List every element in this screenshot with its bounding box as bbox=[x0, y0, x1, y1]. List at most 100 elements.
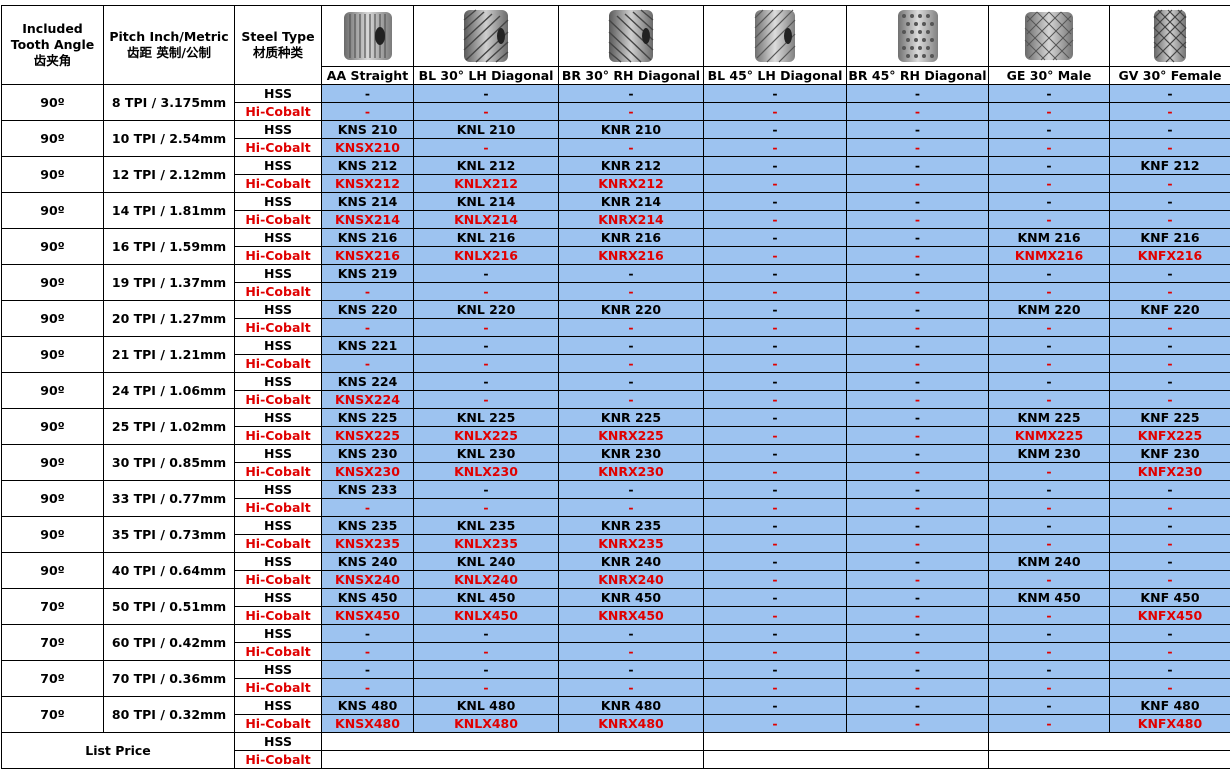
part-number-hss-female: KNF 230 bbox=[1109, 444, 1230, 463]
part-number-hi-cobalt-straight: KNSX225 bbox=[321, 426, 414, 445]
part-number-hss-straight: KNS 230 bbox=[321, 444, 414, 463]
part-number-hss-female: - bbox=[1109, 372, 1230, 391]
part-number-hi-cobalt-rh-45: - bbox=[846, 246, 989, 265]
part-number-hss-male: - bbox=[988, 156, 1110, 175]
part-number-hss-lh-30: KNL 225 bbox=[413, 408, 559, 427]
part-number-hi-cobalt-female: KNFX216 bbox=[1109, 246, 1230, 265]
part-number-hi-cobalt-male: KNMX225 bbox=[988, 426, 1110, 445]
part-number-hss-lh-30: KNL 214 bbox=[413, 192, 559, 211]
table-row-hss: 70º 60 TPI / 0.42mm HSS - - - - - - - bbox=[1, 624, 1230, 661]
steel-type-hss: HSS bbox=[234, 372, 322, 391]
tooth-angle-cell: 70º bbox=[1, 588, 104, 625]
pitch-cell: 14 TPI / 1.81mm bbox=[103, 192, 235, 229]
steel-type-hss: HSS bbox=[234, 696, 322, 715]
part-number-hi-cobalt-rh-30: - bbox=[558, 678, 704, 697]
rh-30-knurl-image-cell bbox=[558, 5, 704, 67]
pitch-cell: 12 TPI / 2.12mm bbox=[103, 156, 235, 193]
part-number-hi-cobalt-rh-30: KNRX480 bbox=[558, 714, 704, 733]
steel-type-hss: HSS bbox=[234, 552, 322, 571]
part-number-hss-rh-45: - bbox=[846, 192, 989, 211]
part-number-hi-cobalt-rh-45: - bbox=[846, 714, 989, 733]
part-number-hi-cobalt-rh-30: KNRX240 bbox=[558, 570, 704, 589]
part-number-hss-male: KNM 230 bbox=[988, 444, 1110, 463]
steel-column-header: Steel Type 材质种类 bbox=[234, 5, 322, 85]
part-number-hss-rh-30: - bbox=[558, 84, 704, 103]
part-number-hi-cobalt-rh-45: - bbox=[846, 390, 989, 409]
part-number-hi-cobalt-lh-30: - bbox=[413, 318, 559, 337]
steel-type-hi-cobalt: Hi-Cobalt bbox=[234, 354, 322, 373]
part-number-hi-cobalt-rh-30: KNRX216 bbox=[558, 246, 704, 265]
tooth-angle-cell: 90º bbox=[1, 336, 104, 373]
tooth-angle-cell: 70º bbox=[1, 624, 104, 661]
tooth-angle-cell: 90º bbox=[1, 516, 104, 553]
part-number-hi-cobalt-female: - bbox=[1109, 282, 1230, 301]
part-number-hi-cobalt-lh-45: - bbox=[703, 570, 847, 589]
part-number-hss-lh-45: - bbox=[703, 624, 847, 643]
part-number-hi-cobalt-straight: KNSX212 bbox=[321, 174, 414, 193]
part-number-hss-lh-30: KNL 210 bbox=[413, 120, 559, 139]
part-number-hss-rh-30: KNR 240 bbox=[558, 552, 704, 571]
part-number-hss-straight: KNS 224 bbox=[321, 372, 414, 391]
rh-45-knurl-wheel-icon bbox=[897, 10, 938, 62]
part-number-hi-cobalt-lh-45: - bbox=[703, 282, 847, 301]
part-number-hss-male: KNM 220 bbox=[988, 300, 1110, 319]
steel-type-hi-cobalt: Hi-Cobalt bbox=[234, 570, 322, 589]
table-row-hss: 90º 19 TPI / 1.37mm HSS KNS 219- - - - - - bbox=[1, 264, 1230, 301]
tooth-angle-cell: 90º bbox=[1, 228, 104, 265]
table-row-hss: 90º 12 TPI / 2.12mm HSS KNS 212 KNL 212 KNR 2… bbox=[1, 156, 1230, 193]
part-number-hss-straight: KNS 212 bbox=[321, 156, 414, 175]
part-number-hss-female: KNF 220 bbox=[1109, 300, 1230, 319]
steel-type-hss: HSS bbox=[234, 228, 322, 247]
part-number-hss-straight: - bbox=[321, 624, 414, 643]
part-number-hi-cobalt-rh-30: - bbox=[558, 354, 704, 373]
part-number-hss-lh-30: - bbox=[413, 84, 559, 103]
pitch-cell: 33 TPI / 0.77mm bbox=[103, 480, 235, 517]
part-number-hi-cobalt-female: - bbox=[1109, 354, 1230, 373]
part-number-hss-lh-30: - bbox=[413, 372, 559, 391]
part-number-hi-cobalt-straight: - bbox=[321, 318, 414, 337]
lh-30-knurl-wheel-icon bbox=[463, 9, 509, 63]
part-number-hi-cobalt-lh-30: - bbox=[413, 138, 559, 157]
part-number-hi-cobalt-rh-45: - bbox=[846, 642, 989, 661]
part-number-hi-cobalt-lh-30: - bbox=[413, 354, 559, 373]
part-number-hss-straight: KNS 225 bbox=[321, 408, 414, 427]
steel-type-hss: HSS bbox=[234, 264, 322, 283]
part-number-hss-lh-45: - bbox=[703, 264, 847, 283]
table-row-hss: 90º 21 TPI / 1.21mm HSS KNS 221- - - - - - bbox=[1, 336, 1230, 373]
part-number-hss-lh-30: KNL 240 bbox=[413, 552, 559, 571]
part-number-hi-cobalt-lh-30: KNLX480 bbox=[413, 714, 559, 733]
part-number-hi-cobalt-lh-45: - bbox=[703, 354, 847, 373]
part-number-hi-cobalt-straight: - bbox=[321, 642, 414, 661]
list-price-cell-group-1 bbox=[321, 750, 704, 769]
table-body: 90º 8 TPI / 3.175mm HSS - - - - - - - Hi-Cobalt - - -… bbox=[1, 84, 1230, 733]
part-number-hss-rh-30: KNR 235 bbox=[558, 516, 704, 535]
part-number-hss-lh-30: - bbox=[413, 264, 559, 283]
part-number-hss-male: - bbox=[988, 84, 1110, 103]
part-number-hi-cobalt-rh-30: KNRX230 bbox=[558, 462, 704, 481]
pitch-cell: 60 TPI / 0.42mm bbox=[103, 624, 235, 661]
part-number-hss-male: - bbox=[988, 480, 1110, 499]
column-label-male: GE 30° Male bbox=[988, 66, 1110, 85]
part-number-hi-cobalt-lh-45: - bbox=[703, 462, 847, 481]
part-number-hss-female: - bbox=[1109, 516, 1230, 535]
part-number-hss-rh-45: - bbox=[846, 336, 989, 355]
part-number-hss-rh-30: - bbox=[558, 660, 704, 679]
part-number-hi-cobalt-straight: KNSX230 bbox=[321, 462, 414, 481]
part-number-hss-rh-30: KNR 220 bbox=[558, 300, 704, 319]
part-number-hi-cobalt-male: - bbox=[988, 606, 1110, 625]
part-number-hss-rh-45: - bbox=[846, 552, 989, 571]
part-number-hi-cobalt-rh-45: - bbox=[846, 606, 989, 625]
steel-type-hi-cobalt: Hi-Cobalt bbox=[234, 282, 322, 301]
steel-type-hi-cobalt: Hi-Cobalt bbox=[234, 318, 322, 337]
part-number-hss-male: KNM 225 bbox=[988, 408, 1110, 427]
steel-type-hi-cobalt: Hi-Cobalt bbox=[234, 138, 322, 157]
table-row-hss: 90º 24 TPI / 1.06mm HSS KNS 224- - - - - - bbox=[1, 372, 1230, 409]
tooth-angle-cell: 90º bbox=[1, 372, 104, 409]
part-number-hi-cobalt-lh-45: - bbox=[703, 318, 847, 337]
part-number-hss-lh-45: - bbox=[703, 480, 847, 499]
pitch-cell: 80 TPI / 0.32mm bbox=[103, 696, 235, 733]
part-number-hss-rh-45: - bbox=[846, 444, 989, 463]
part-number-hss-straight: KNS 219 bbox=[321, 264, 414, 283]
pitch-cell: 21 TPI / 1.21mm bbox=[103, 336, 235, 373]
pitch-cell: 16 TPI / 1.59mm bbox=[103, 228, 235, 265]
